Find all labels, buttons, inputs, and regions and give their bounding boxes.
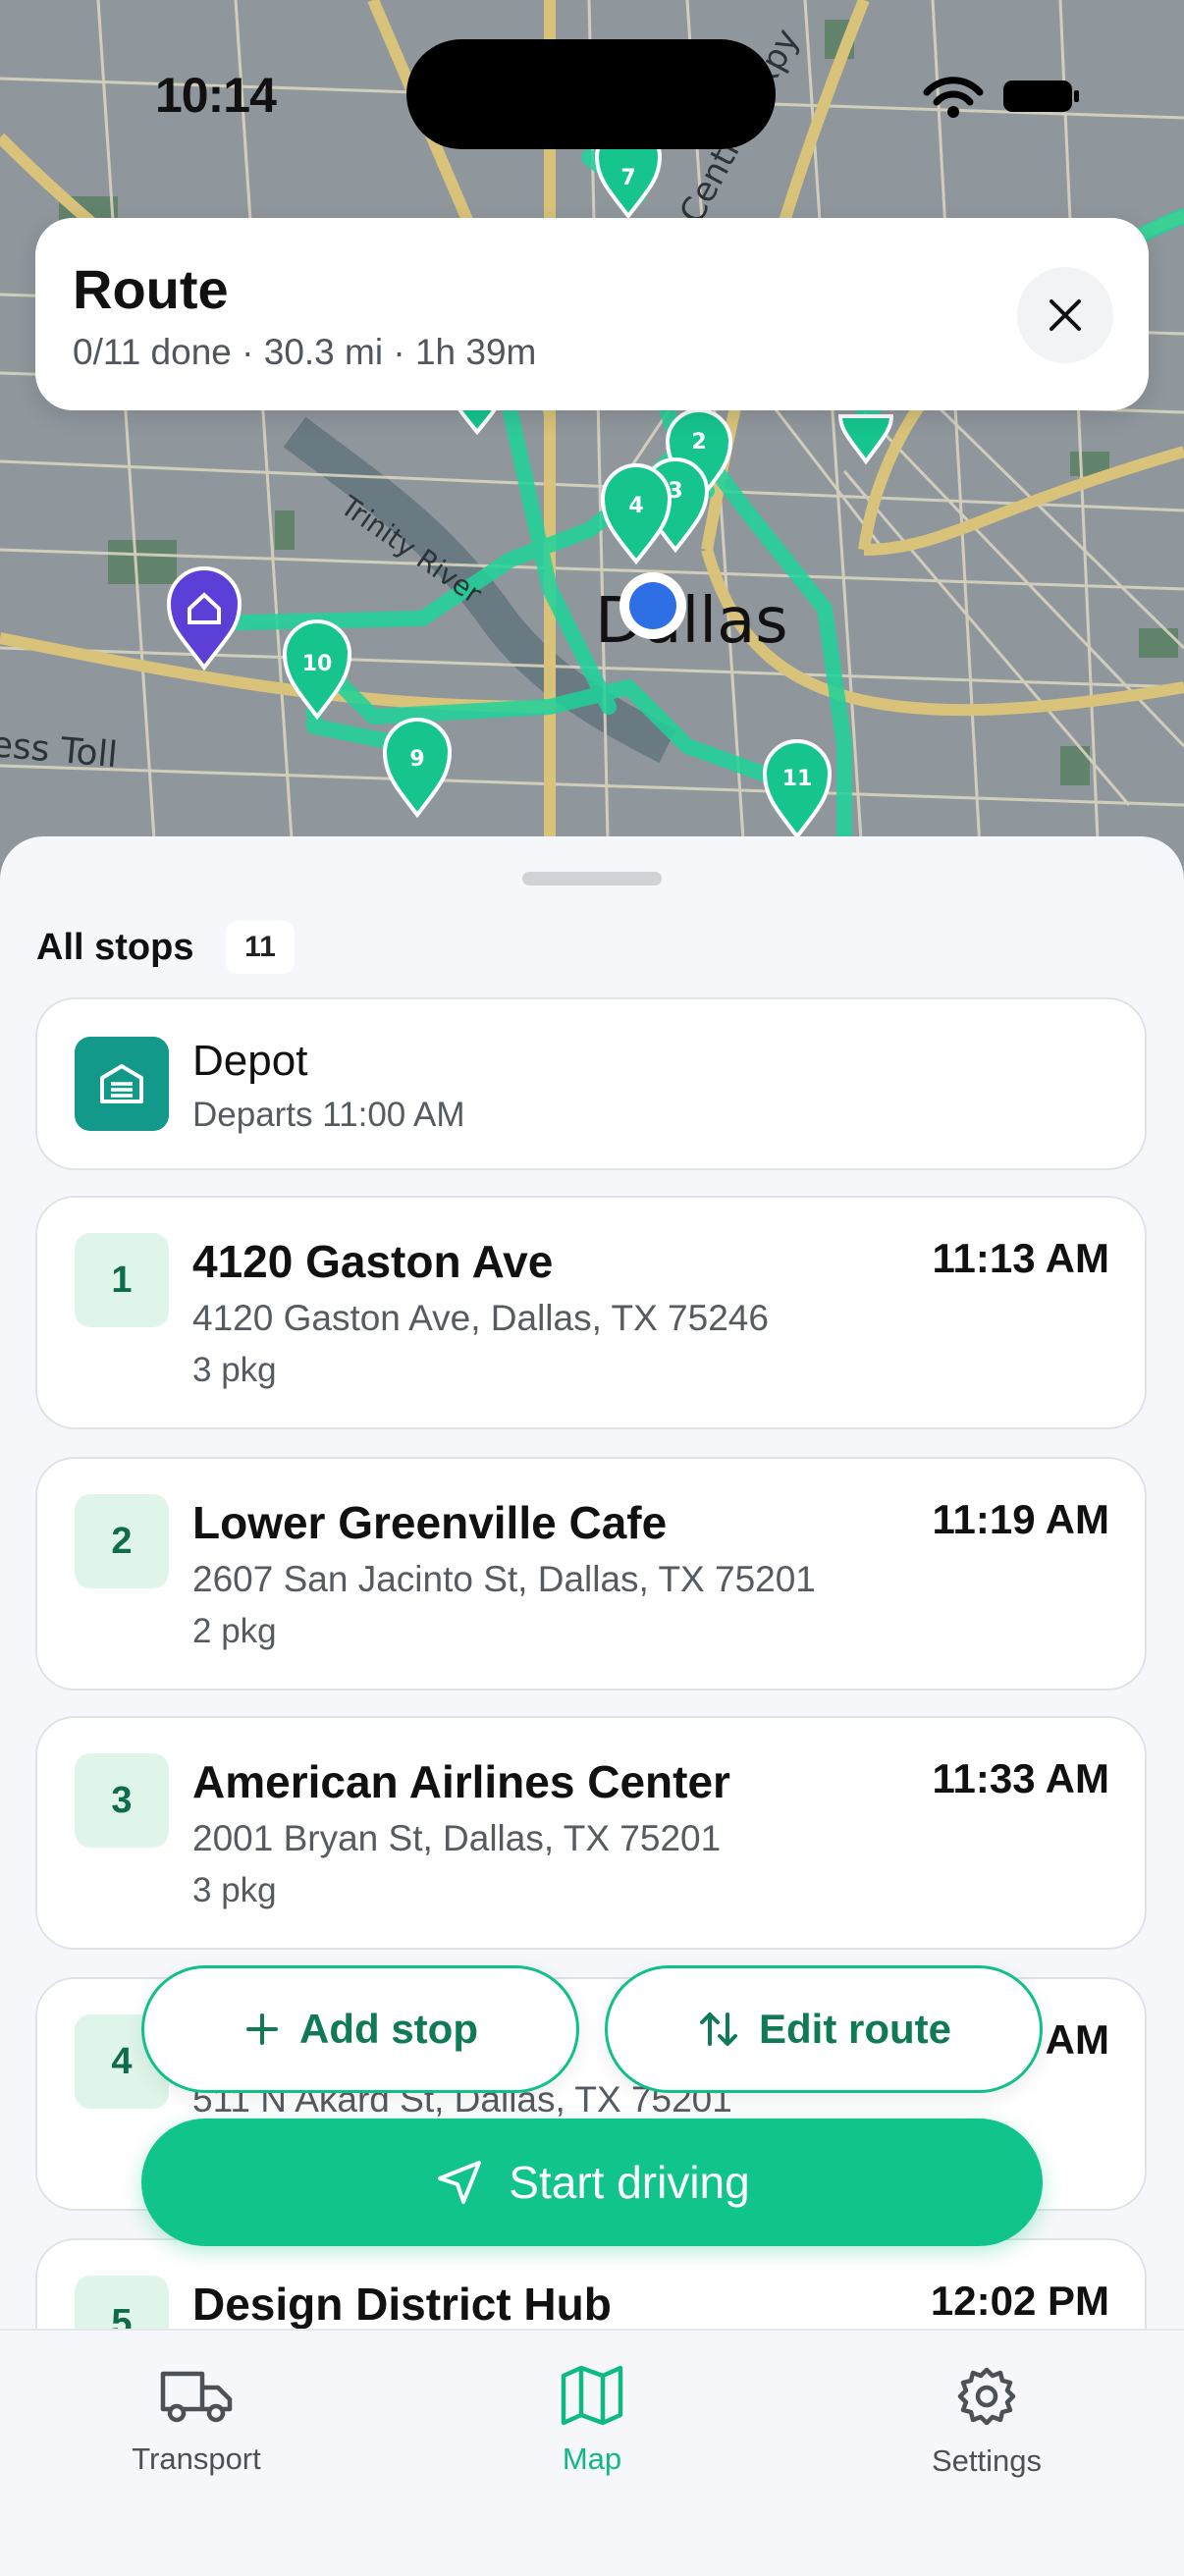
stop-eta: 12:02 PM [930, 2278, 1109, 2324]
stop-card-5[interactable]: 5 Design District Hub 12:02 PM [35, 2238, 1147, 2329]
svg-text:11: 11 [782, 767, 813, 791]
stop-eta: AM [1045, 2016, 1109, 2063]
svg-text:9: 9 [409, 747, 424, 772]
stop-address: 4120 Gaston Ave, Dallas, TX 75246 [192, 1298, 769, 1338]
edit-route-label: Edit route [759, 2006, 951, 2052]
stop-packages: 2 pkg [192, 1612, 277, 1650]
stop-name: American Airlines Center [192, 1756, 730, 1807]
stop-card-2[interactable]: 2 Lower Greenville Cafe 2607 San Jacinto… [35, 1457, 1147, 1690]
status-icons [919, 71, 1096, 120]
stop-address: 2001 Bryan St, Dallas, TX 75201 [192, 1818, 722, 1858]
svg-text:10: 10 [302, 652, 333, 676]
wifi-icon [923, 77, 984, 118]
edit-route-button[interactable]: Edit route [605, 1965, 1043, 2093]
stop-name: 4120 Gaston Ave [192, 1236, 554, 1287]
tab-bar: Transport Map Settings [0, 2329, 1184, 2576]
add-stop-button[interactable]: Add stop [141, 1965, 579, 2093]
stop-name: Lower Greenville Cafe [192, 1497, 668, 1548]
depot-departs: Departs 11:00 AM [192, 1096, 465, 1134]
stops-list-title: All stops [36, 927, 194, 968]
svg-text:4: 4 [628, 494, 643, 518]
start-driving-button[interactable]: Start driving [141, 2119, 1043, 2246]
svg-text:2: 2 [691, 430, 706, 455]
stop-card-1[interactable]: 1 4120 Gaston Ave 4120 Gaston Ave, Dalla… [35, 1196, 1147, 1429]
stop-number: 2 [75, 1494, 169, 1588]
navigation-arrow-icon [438, 2161, 482, 2204]
depot-name: Depot [192, 1037, 308, 1085]
svg-text:7: 7 [620, 166, 635, 190]
route-summary-card: Route 0/11 done · 30.3 mi · 1h 39m [35, 218, 1149, 410]
route-summary: 0/11 done · 30.3 mi · 1h 39m [73, 332, 537, 372]
dynamic-island [406, 39, 776, 149]
stop-card-3[interactable]: 3 American Airlines Center 2001 Bryan St… [35, 1716, 1147, 1950]
stops-sheet[interactable]: All stops 11 Depot Departs 11:00 AM 1 41… [0, 836, 1184, 2329]
depot-card[interactable]: Depot Departs 11:00 AM [35, 997, 1147, 1170]
stop-number: 1 [75, 1233, 169, 1327]
stop-eta: 11:33 AM [932, 1755, 1109, 1801]
truck-icon [160, 2371, 233, 2423]
stop-number: 5 [75, 2276, 169, 2329]
tab-settings[interactable]: Settings [869, 2364, 1104, 2479]
stop-eta: 11:19 AM [932, 1496, 1109, 1542]
start-driving-label: Start driving [509, 2157, 750, 2208]
close-button[interactable] [1017, 267, 1113, 363]
status-time: 10:14 [155, 68, 277, 123]
stop-number: 3 [75, 1753, 169, 1848]
swap-vertical-icon [700, 2012, 737, 2046]
stop-address: 2607 San Jacinto St, Dallas, TX 75201 [192, 1559, 816, 1599]
plus-icon [246, 2013, 279, 2045]
tab-map-label: Map [562, 2442, 622, 2476]
route-title: Route [73, 258, 229, 320]
gear-icon [957, 2367, 1016, 2426]
stop-eta: 11:13 AM [932, 1235, 1109, 1281]
stops-count-badge: 11 [226, 921, 295, 974]
add-stop-label: Add stop [299, 2006, 478, 2052]
tab-transport[interactable]: Transport [79, 2364, 314, 2477]
close-icon [1049, 299, 1081, 331]
stop-packages: 3 pkg [192, 1871, 277, 1909]
tab-transport-label: Transport [132, 2442, 261, 2476]
sheet-grabber[interactable] [522, 872, 662, 886]
map-icon [561, 2365, 623, 2426]
depot-warehouse-icon [75, 1037, 169, 1131]
stop-name: Design District Hub [192, 2279, 612, 2329]
tab-settings-label: Settings [931, 2443, 1042, 2478]
stop-packages: 3 pkg [192, 1351, 277, 1389]
tab-map[interactable]: Map [474, 2364, 710, 2477]
battery-icon [1003, 80, 1079, 112]
